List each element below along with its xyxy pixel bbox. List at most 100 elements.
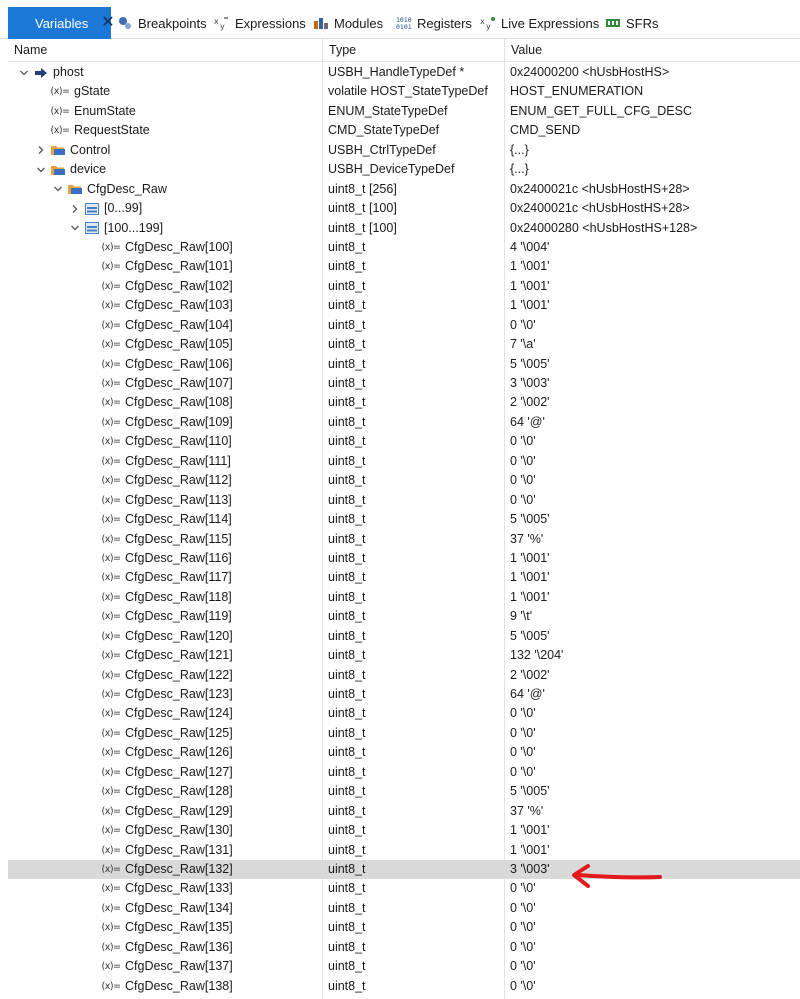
value-cell[interactable]: 1 '\001' — [510, 568, 800, 587]
value-cell[interactable]: 132 '\204' — [510, 646, 800, 665]
chevron-down-icon[interactable] — [50, 181, 66, 197]
tree-row[interactable]: (x)= CfgDesc_Raw[111] uint8_t 0 '\0' — [8, 452, 800, 471]
column-name-header[interactable]: Name — [14, 43, 47, 57]
tab-registers[interactable]: 1010 0101 Registers — [396, 7, 472, 39]
chevron-right-icon[interactable] — [33, 142, 49, 158]
value-cell[interactable]: 3 '\003' — [510, 374, 800, 393]
tree-row[interactable]: (x)= CfgDesc_Raw[104] uint8_t 0 '\0' — [8, 316, 800, 335]
chevron-down-icon[interactable] — [67, 220, 83, 236]
tree-row[interactable]: (x)= CfgDesc_Raw[117] uint8_t 1 '\001' — [8, 568, 800, 587]
value-cell[interactable]: 9 '\t' — [510, 607, 800, 626]
tree-row[interactable]: (x)= CfgDesc_Raw[138] uint8_t 0 '\0' — [8, 977, 800, 996]
value-cell[interactable]: 0x2400021c <hUsbHostHS+28> — [510, 199, 800, 218]
value-cell[interactable]: 1 '\001' — [510, 257, 800, 276]
value-cell[interactable]: 1 '\001' — [510, 549, 800, 568]
tree-row[interactable]: (x)= CfgDesc_Raw[103] uint8_t 1 '\001' — [8, 296, 800, 315]
chevron-down-icon[interactable] — [33, 162, 49, 178]
value-cell[interactable]: 5 '\005' — [510, 627, 800, 646]
tree-row[interactable]: (x)= CfgDesc_Raw[116] uint8_t 1 '\001' — [8, 549, 800, 568]
tree-row[interactable]: (x)= CfgDesc_Raw[110] uint8_t 0 '\0' — [8, 432, 800, 451]
tree-row[interactable]: (x)= CfgDesc_Raw[101] uint8_t 1 '\001' — [8, 257, 800, 276]
value-cell[interactable]: 2 '\002' — [510, 393, 800, 412]
tab-live-expressions[interactable]: xy Live Expressions — [480, 7, 599, 39]
value-cell[interactable]: 5 '\005' — [510, 782, 800, 801]
value-cell[interactable]: CMD_SEND — [510, 121, 800, 140]
chevron-down-icon[interactable] — [16, 65, 32, 81]
value-cell[interactable]: 4 '\004' — [510, 238, 800, 257]
value-cell[interactable]: 0 '\0' — [510, 899, 800, 918]
tree-row[interactable]: (x)= CfgDesc_Raw[114] uint8_t 5 '\005' — [8, 510, 800, 529]
value-cell[interactable]: 0 '\0' — [510, 704, 800, 723]
value-cell[interactable]: 0 '\0' — [510, 918, 800, 937]
value-cell[interactable]: 64 '@' — [510, 685, 800, 704]
tree-row[interactable]: (x)= CfgDesc_Raw[126] uint8_t 0 '\0' — [8, 743, 800, 762]
value-cell[interactable]: 0 '\0' — [510, 471, 800, 490]
tree-row[interactable]: [100...199] uint8_t [100] 0x24000280 <hUsb… — [8, 219, 800, 238]
tree-row[interactable]: (x)= CfgDesc_Raw[120] uint8_t 5 '\005' — [8, 627, 800, 646]
value-cell[interactable]: 5 '\005' — [510, 355, 800, 374]
value-cell[interactable]: HOST_ENUMERATION — [510, 82, 800, 101]
tree-row[interactable]: (x)= CfgDesc_Raw[135] uint8_t 0 '\0' — [8, 918, 800, 937]
tree-row[interactable]: (x)= CfgDesc_Raw[105] uint8_t 7 '\a' — [8, 335, 800, 354]
tree-row[interactable]: (x)= CfgDesc_Raw[112] uint8_t 0 '\0' — [8, 471, 800, 490]
tree-row[interactable]: (x)= CfgDesc_Raw[122] uint8_t 2 '\002' — [8, 666, 800, 685]
value-cell[interactable]: 0 '\0' — [510, 957, 800, 976]
value-cell[interactable]: 0x24000280 <hUsbHostHS+128> — [510, 219, 800, 238]
tree-row[interactable]: phost USBH_HandleTypeDef * 0x24000200 <hUs… — [8, 63, 800, 82]
close-icon[interactable]: ✕ — [101, 15, 114, 31]
column-value-header[interactable]: Value — [511, 43, 542, 57]
value-cell[interactable]: ENUM_GET_FULL_CFG_DESC — [510, 102, 800, 121]
value-cell[interactable]: 0 '\0' — [510, 763, 800, 782]
value-cell[interactable]: 1 '\001' — [510, 821, 800, 840]
tree-row[interactable]: (x)= CfgDesc_Raw[108] uint8_t 2 '\002' — [8, 393, 800, 412]
value-cell[interactable]: 0 '\0' — [510, 743, 800, 762]
tree-row[interactable]: (x)= CfgDesc_Raw[137] uint8_t 0 '\0' — [8, 957, 800, 976]
tree-row[interactable]: (x)= CfgDesc_Raw[124] uint8_t 0 '\0' — [8, 704, 800, 723]
tree-row[interactable]: (x)= CfgDesc_Raw[133] uint8_t 0 '\0' — [8, 879, 800, 898]
tree-row[interactable]: (x)= RequestState CMD_StateTypeDef CMD_SEND — [8, 121, 800, 140]
tree-row[interactable]: (x)= CfgDesc_Raw[102] uint8_t 1 '\001' — [8, 277, 800, 296]
tree-row[interactable]: device USBH_DeviceTypeDef {...} — [8, 160, 800, 179]
tree-row[interactable]: (x)= EnumState ENUM_StateTypeDef ENUM_GET_F… — [8, 102, 800, 121]
value-cell[interactable]: 0 '\0' — [510, 432, 800, 451]
tab-modules[interactable]: Modules — [313, 7, 383, 39]
tree-row[interactable]: (x)= CfgDesc_Raw[130] uint8_t 1 '\001' — [8, 821, 800, 840]
value-cell[interactable]: 0x24000200 <hUsbHostHS> — [510, 63, 800, 82]
value-cell[interactable]: 0 '\0' — [510, 316, 800, 335]
value-cell[interactable]: 5 '\005' — [510, 510, 800, 529]
tree-row[interactable]: [0...99] uint8_t [100] 0x2400021c <hUsbHos… — [8, 199, 800, 218]
tree-row[interactable]: (x)= CfgDesc_Raw[106] uint8_t 5 '\005' — [8, 355, 800, 374]
value-cell[interactable]: 2 '\002' — [510, 666, 800, 685]
column-type-header[interactable]: Type — [329, 43, 356, 57]
tree-row[interactable]: (x)= CfgDesc_Raw[107] uint8_t 3 '\003' — [8, 374, 800, 393]
tree-row[interactable]: (x)= CfgDesc_Raw[125] uint8_t 0 '\0' — [8, 724, 800, 743]
value-cell[interactable]: 1 '\001' — [510, 277, 800, 296]
tree-row[interactable]: (x)= CfgDesc_Raw[132] uint8_t 3 '\003' — [8, 859, 800, 880]
value-cell[interactable]: 0 '\0' — [510, 724, 800, 743]
value-cell[interactable]: 7 '\a' — [510, 335, 800, 354]
tree-row[interactable]: (x)= CfgDesc_Raw[136] uint8_t 0 '\0' — [8, 938, 800, 957]
tab-variables[interactable]: Variables ✕ — [8, 7, 115, 39]
tree-row[interactable]: (x)= CfgDesc_Raw[123] uint8_t 64 '@' — [8, 685, 800, 704]
value-cell[interactable]: {...} — [510, 141, 800, 160]
value-cell[interactable]: 0 '\0' — [510, 977, 800, 996]
tree-row[interactable]: (x)= CfgDesc_Raw[115] uint8_t 37 '%' — [8, 530, 800, 549]
value-cell[interactable]: 0 '\0' — [510, 938, 800, 957]
value-cell[interactable]: 1 '\001' — [510, 588, 800, 607]
chevron-right-icon[interactable] — [67, 201, 83, 217]
tree-row[interactable]: (x)= CfgDesc_Raw[121] uint8_t 132 '\204' — [8, 646, 800, 665]
tree-row[interactable]: (x)= CfgDesc_Raw[127] uint8_t 0 '\0' — [8, 763, 800, 782]
tree-row[interactable]: (x)= CfgDesc_Raw[119] uint8_t 9 '\t' — [8, 607, 800, 626]
value-cell[interactable]: 0 '\0' — [510, 491, 800, 510]
tree-row[interactable]: (x)= CfgDesc_Raw[118] uint8_t 1 '\001' — [8, 588, 800, 607]
tree-row[interactable]: CfgDesc_Raw uint8_t [256] 0x2400021c <hUsb… — [8, 180, 800, 199]
tree-row[interactable]: (x)= CfgDesc_Raw[109] uint8_t 64 '@' — [8, 413, 800, 432]
tree-row[interactable]: (x)= CfgDesc_Raw[100] uint8_t 4 '\004' — [8, 238, 800, 257]
tree-row[interactable]: Control USBH_CtrlTypeDef {...} — [8, 141, 800, 160]
tree-row[interactable]: (x)= gState volatile HOST_StateTypeDef HOST… — [8, 82, 800, 101]
tab-breakpoints[interactable]: Breakpoints — [117, 7, 207, 39]
value-cell[interactable]: 1 '\001' — [510, 296, 800, 315]
tree-row[interactable]: (x)= CfgDesc_Raw[128] uint8_t 5 '\005' — [8, 782, 800, 801]
value-cell[interactable]: 37 '%' — [510, 530, 800, 549]
value-cell[interactable]: 0 '\0' — [510, 452, 800, 471]
